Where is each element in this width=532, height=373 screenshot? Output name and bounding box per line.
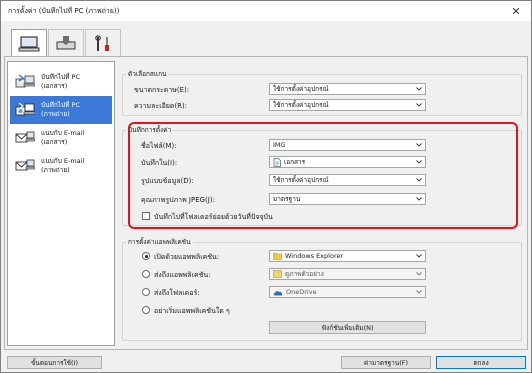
open-with-app-value: Windows Explorer xyxy=(285,252,344,260)
paper-size-value: ใช้การตั้งค่าอุปกรณ์ xyxy=(273,85,329,93)
chevron-down-icon xyxy=(416,87,422,91)
sidebar-item-label: บันทึกไปที่ PC (ภาพถ่าย) xyxy=(41,101,80,119)
tab-scan-from-computer[interactable] xyxy=(11,29,47,58)
sidebar-item-save-pc-document[interactable]: บันทึกไปที่ PC (เอกสาร) xyxy=(10,68,112,96)
sidebar-label-line2: (เอกสาร) xyxy=(41,138,68,146)
chevron-down-icon xyxy=(416,272,422,276)
chevron-down-icon xyxy=(416,254,422,258)
title-bar: การตั้งค่า (บันทึกไปที่ PC (ภาพถ่าย)) ✕ xyxy=(1,1,531,21)
send-to-app-value: ดูภาพตัวอย่าง xyxy=(285,270,324,278)
computer-icon xyxy=(18,36,40,52)
sidebar-item-save-pc-photo[interactable]: บันทึกไปที่ PC (ภาพถ่าย) xyxy=(10,96,112,124)
more-functions-button[interactable]: ฟังก์ชันเพิ่มเติม(N) xyxy=(269,321,426,334)
tab-scan-from-operation-panel[interactable] xyxy=(48,29,84,57)
save-to-pc-icon xyxy=(14,72,36,92)
tools-icon xyxy=(95,34,109,51)
sidebar-label-line1: แนบกับ E-mail xyxy=(41,157,85,165)
no-app-label: อย่าเริ่มแอพพลิเคชันใด ๆ xyxy=(154,307,230,315)
email-attach-icon xyxy=(14,128,36,148)
resolution-value: ใช้การตั้งค่าอุปกรณ์ xyxy=(273,101,329,109)
sidebar-label-line2: (ภาพถ่าย) xyxy=(41,166,70,174)
open-with-app-select[interactable]: Windows Explorer xyxy=(269,250,426,262)
send-to-app-label: ส่งถึงแอพพลิเคชัน: xyxy=(154,271,211,279)
sidebar-item-email-photo[interactable]: แนบกับ E-mail (ภาพถ่าย) xyxy=(10,152,112,180)
top-tabs xyxy=(11,29,122,58)
send-to-folder-select[interactable]: OneDrive xyxy=(269,286,426,298)
scan-options-title: ตัวเลือกสแกน xyxy=(126,69,169,79)
send-to-app-radio[interactable] xyxy=(142,270,150,278)
sidebar-item-label: แนบกับ E-mail (เอกสาร) xyxy=(41,129,84,147)
tab-general-settings[interactable] xyxy=(85,29,121,57)
open-with-app-radio[interactable] xyxy=(142,252,150,260)
paper-size-label: ขนาดกระดาษ(E): xyxy=(134,86,190,94)
send-to-folder-radio[interactable] xyxy=(142,288,150,296)
no-app-radio[interactable] xyxy=(142,306,150,314)
paper-size-select[interactable]: ใช้การตั้งค่าอุปกรณ์ xyxy=(269,83,426,95)
folder-icon xyxy=(273,252,282,260)
send-to-folder-label: ส่งถึงโฟลเดอร์: xyxy=(154,289,200,297)
instructions-button[interactable]: ขั้นตอนการใช้(I) xyxy=(7,356,102,369)
chevron-down-icon xyxy=(416,290,422,294)
sidebar: บันทึกไปที่ PC (เอกสาร) บันทึกไปที่ PC (… xyxy=(7,61,115,346)
chevron-down-icon xyxy=(416,103,422,107)
sidebar-label-line2: (เอกสาร) xyxy=(41,82,68,90)
settings-window: การตั้งค่า (บันทึกไปที่ PC (ภาพถ่าย)) ✕ xyxy=(0,0,532,373)
save-to-pc-icon xyxy=(14,100,36,120)
send-to-folder-value: OneDrive xyxy=(286,288,317,296)
app-settings-title: การตั้งค่าแอพพลิเคชัน xyxy=(126,237,193,247)
sidebar-item-email-document[interactable]: แนบกับ E-mail (เอกสาร) xyxy=(10,124,112,152)
defaults-button[interactable]: ค่ามาตรฐาน(F) xyxy=(341,356,431,369)
preview-app-icon xyxy=(273,270,282,278)
save-settings-highlight xyxy=(128,122,518,229)
send-to-app-select[interactable]: ดูภาพตัวอย่าง xyxy=(269,268,426,280)
ok-button[interactable]: ตกลง xyxy=(436,356,526,369)
open-with-app-label: เปิดด้วยแอพพลิเคชัน: xyxy=(154,253,220,261)
sidebar-label-line1: บันทึกไปที่ PC xyxy=(41,73,80,81)
onedrive-icon xyxy=(273,290,283,295)
window-title: การตั้งค่า (บันทึกไปที่ PC (ภาพถ่าย)) xyxy=(8,6,120,15)
sidebar-label-line1: แนบกับ E-mail xyxy=(41,129,85,137)
resolution-label: ความละเอียด(R): xyxy=(134,102,188,110)
sidebar-item-label: แนบกับ E-mail (ภาพถ่าย) xyxy=(41,157,84,175)
email-attach-icon xyxy=(14,156,36,176)
resolution-select[interactable]: ใช้การตั้งค่าอุปกรณ์ xyxy=(269,99,426,111)
close-icon[interactable]: ✕ xyxy=(501,1,531,21)
sidebar-label-line2: (ภาพถ่าย) xyxy=(41,110,70,118)
scanner-icon xyxy=(56,35,76,49)
sidebar-item-label: บันทึกไปที่ PC (เอกสาร) xyxy=(41,73,80,91)
sidebar-label-line1: บันทึกไปที่ PC xyxy=(41,101,80,109)
